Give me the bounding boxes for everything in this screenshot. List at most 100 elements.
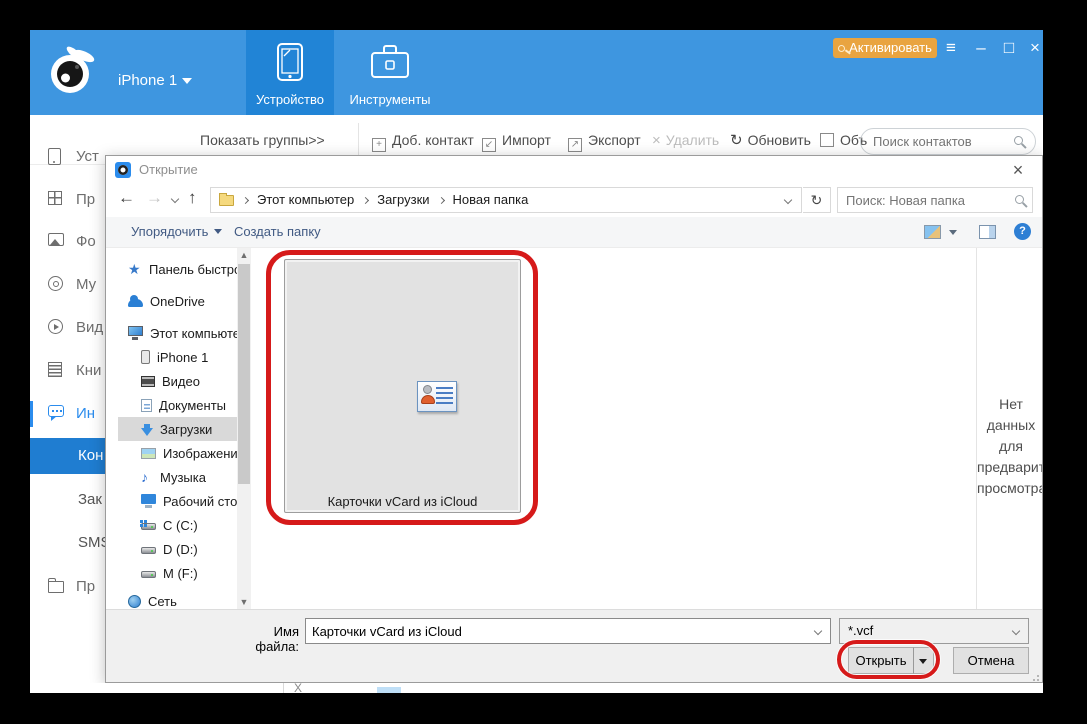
dialog-search-box[interactable] <box>837 187 1033 213</box>
vcard-file-caption: Карточки vCard из iCloud <box>284 494 521 509</box>
filetype-filter-combobox[interactable]: *.vcf <box>839 618 1029 644</box>
tab-tools[interactable]: Инструменты <box>334 30 446 115</box>
maximize-button[interactable]: □ <box>998 38 1020 58</box>
device-selector[interactable]: iPhone 1 <box>118 72 192 89</box>
up-button[interactable]: ↑ <box>188 188 197 208</box>
app-header: iPhone 1 Устройство Инструменты Активиро… <box>30 30 1043 115</box>
delete-x-icon: × <box>652 132 661 149</box>
tree-item-network[interactable]: Сеть <box>106 589 237 609</box>
tree-scrollbar[interactable]: ▲ ▼ <box>237 248 251 609</box>
scroll-down-icon[interactable]: ▼ <box>237 595 251 609</box>
picture-icon <box>141 448 156 459</box>
music-note-icon: ♪ <box>141 470 153 484</box>
help-icon: ? <box>1019 225 1026 237</box>
document-icon <box>141 399 152 412</box>
import-icon: ↙ <box>482 138 496 152</box>
cancel-button[interactable]: Отмена <box>953 647 1029 674</box>
breadcrumb-separator-icon <box>242 197 249 204</box>
open-button[interactable]: Открыть <box>848 647 914 674</box>
breadcrumb-this-pc[interactable]: Этот компьютер <box>257 192 354 207</box>
close-icon: × <box>1030 38 1040 57</box>
view-mode-chevron-icon[interactable] <box>949 230 957 235</box>
breadcrumb-separator-icon <box>438 197 445 204</box>
key-icon <box>838 45 845 52</box>
merge-icon <box>820 133 834 147</box>
tree-item-videos[interactable]: Видео <box>106 369 237 393</box>
close-icon: × <box>1013 160 1024 180</box>
contacts-search-box[interactable] <box>860 128 1036 155</box>
breadcrumb-new-folder[interactable]: Новая папка <box>453 192 529 207</box>
drive-icon <box>141 547 156 554</box>
menu-button[interactable]: ≡ <box>940 38 962 58</box>
tree-item-drive-d[interactable]: D (D:) <box>106 537 237 561</box>
show-groups-button[interactable]: Показать группы>> <box>200 130 325 150</box>
breadcrumb[interactable]: Этот компьютер Загрузки Новая папка <box>210 187 802 213</box>
folder-icon <box>219 195 234 206</box>
view-mode-icon[interactable] <box>924 225 941 239</box>
background-selection <box>377 687 401 693</box>
refresh-button[interactable]: ↻Обновить <box>730 130 811 150</box>
export-button[interactable]: ↗Экспорт <box>568 130 641 150</box>
vcard-file-item[interactable] <box>284 259 521 513</box>
scrollbar-thumb[interactable] <box>238 264 250 484</box>
filename-label: Имя файла: <box>227 624 299 654</box>
minimize-button[interactable]: – <box>970 38 992 58</box>
itools-logo-icon <box>44 44 100 100</box>
filename-input[interactable] <box>312 622 802 640</box>
new-folder-button[interactable]: Создать папку <box>234 224 321 239</box>
tree-item-quick-access[interactable]: ★Панель быстрого <box>106 257 237 281</box>
book-icon <box>48 362 62 377</box>
export-icon: ↗ <box>568 138 582 152</box>
delete-button[interactable]: ×Удалить <box>652 130 719 150</box>
apps-grid-icon <box>48 191 62 205</box>
dialog-titlebar[interactable]: Открытие × <box>106 156 1042 184</box>
menu-icon: ≡ <box>946 38 956 57</box>
organize-menu[interactable]: Упорядочить <box>131 224 222 239</box>
chevron-down-icon[interactable] <box>814 627 822 635</box>
open-split-arrow-button[interactable] <box>913 647 934 674</box>
tree-item-music[interactable]: ♪Музыка <box>106 465 237 489</box>
contact-body-icon <box>421 395 435 404</box>
filename-combobox[interactable] <box>305 618 831 644</box>
close-button[interactable]: × <box>1024 38 1043 58</box>
forward-button[interactable]: → <box>146 188 163 208</box>
breadcrumb-chevron-icon[interactable] <box>784 196 792 204</box>
network-icon <box>128 595 141 608</box>
dialog-title: Открытие <box>139 162 198 177</box>
card-lines-icon <box>436 387 453 405</box>
preview-pane: Нет данных для предварительного просмотр… <box>976 248 1043 609</box>
open-file-dialog: Открытие × ← → ↑ Этот компьютер Загрузки Н… <box>105 155 1043 683</box>
import-button[interactable]: ↙Импорт <box>482 130 551 150</box>
scroll-up-icon[interactable]: ▲ <box>237 248 251 262</box>
back-button[interactable]: ← <box>118 188 135 208</box>
tree-item-downloads[interactable]: Загрузки <box>118 417 237 441</box>
dialog-close-button[interactable]: × <box>1006 159 1030 181</box>
contacts-search-input[interactable] <box>873 131 1003 151</box>
dialog-search-input[interactable] <box>846 191 1006 209</box>
tree-item-drive-m[interactable]: M (F:) <box>106 561 237 585</box>
tree-item-onedrive[interactable]: OneDrive <box>106 289 237 313</box>
desktop-icon <box>141 494 156 504</box>
history-chevron-icon[interactable] <box>171 195 179 203</box>
help-button[interactable]: ? <box>1014 223 1031 240</box>
tree-item-documents[interactable]: Документы <box>106 393 237 417</box>
tree-item-pictures[interactable]: Изображения <box>106 441 237 465</box>
dialog-content: ★Панель быстрого OneDrive Этот компьютер… <box>106 248 1042 609</box>
breadcrumb-downloads[interactable]: Загрузки <box>377 192 429 207</box>
preview-pane-toggle-icon[interactable] <box>979 225 996 239</box>
tab-device-label: Устройство <box>246 92 334 107</box>
briefcase-icon <box>369 42 411 82</box>
tree-item-this-pc[interactable]: Этот компьютер <box>106 321 237 345</box>
tree-item-drive-c[interactable]: C (C:) <box>106 513 237 537</box>
tree-item-iphone[interactable]: iPhone 1 <box>106 345 237 369</box>
download-arrow-icon <box>141 428 153 436</box>
tab-device[interactable]: Устройство <box>246 30 334 115</box>
activate-button[interactable]: Активировать <box>833 38 937 58</box>
dialog-refresh-button[interactable]: ↻ <box>803 187 831 213</box>
column-divider <box>283 683 284 693</box>
resize-grip[interactable] <box>1030 672 1039 681</box>
add-contact-button[interactable]: +Доб. контакт <box>372 130 474 150</box>
tree-item-desktop[interactable]: Рабочий стол <box>106 489 237 513</box>
device-icon <box>48 148 61 165</box>
folder-icon <box>48 581 64 593</box>
